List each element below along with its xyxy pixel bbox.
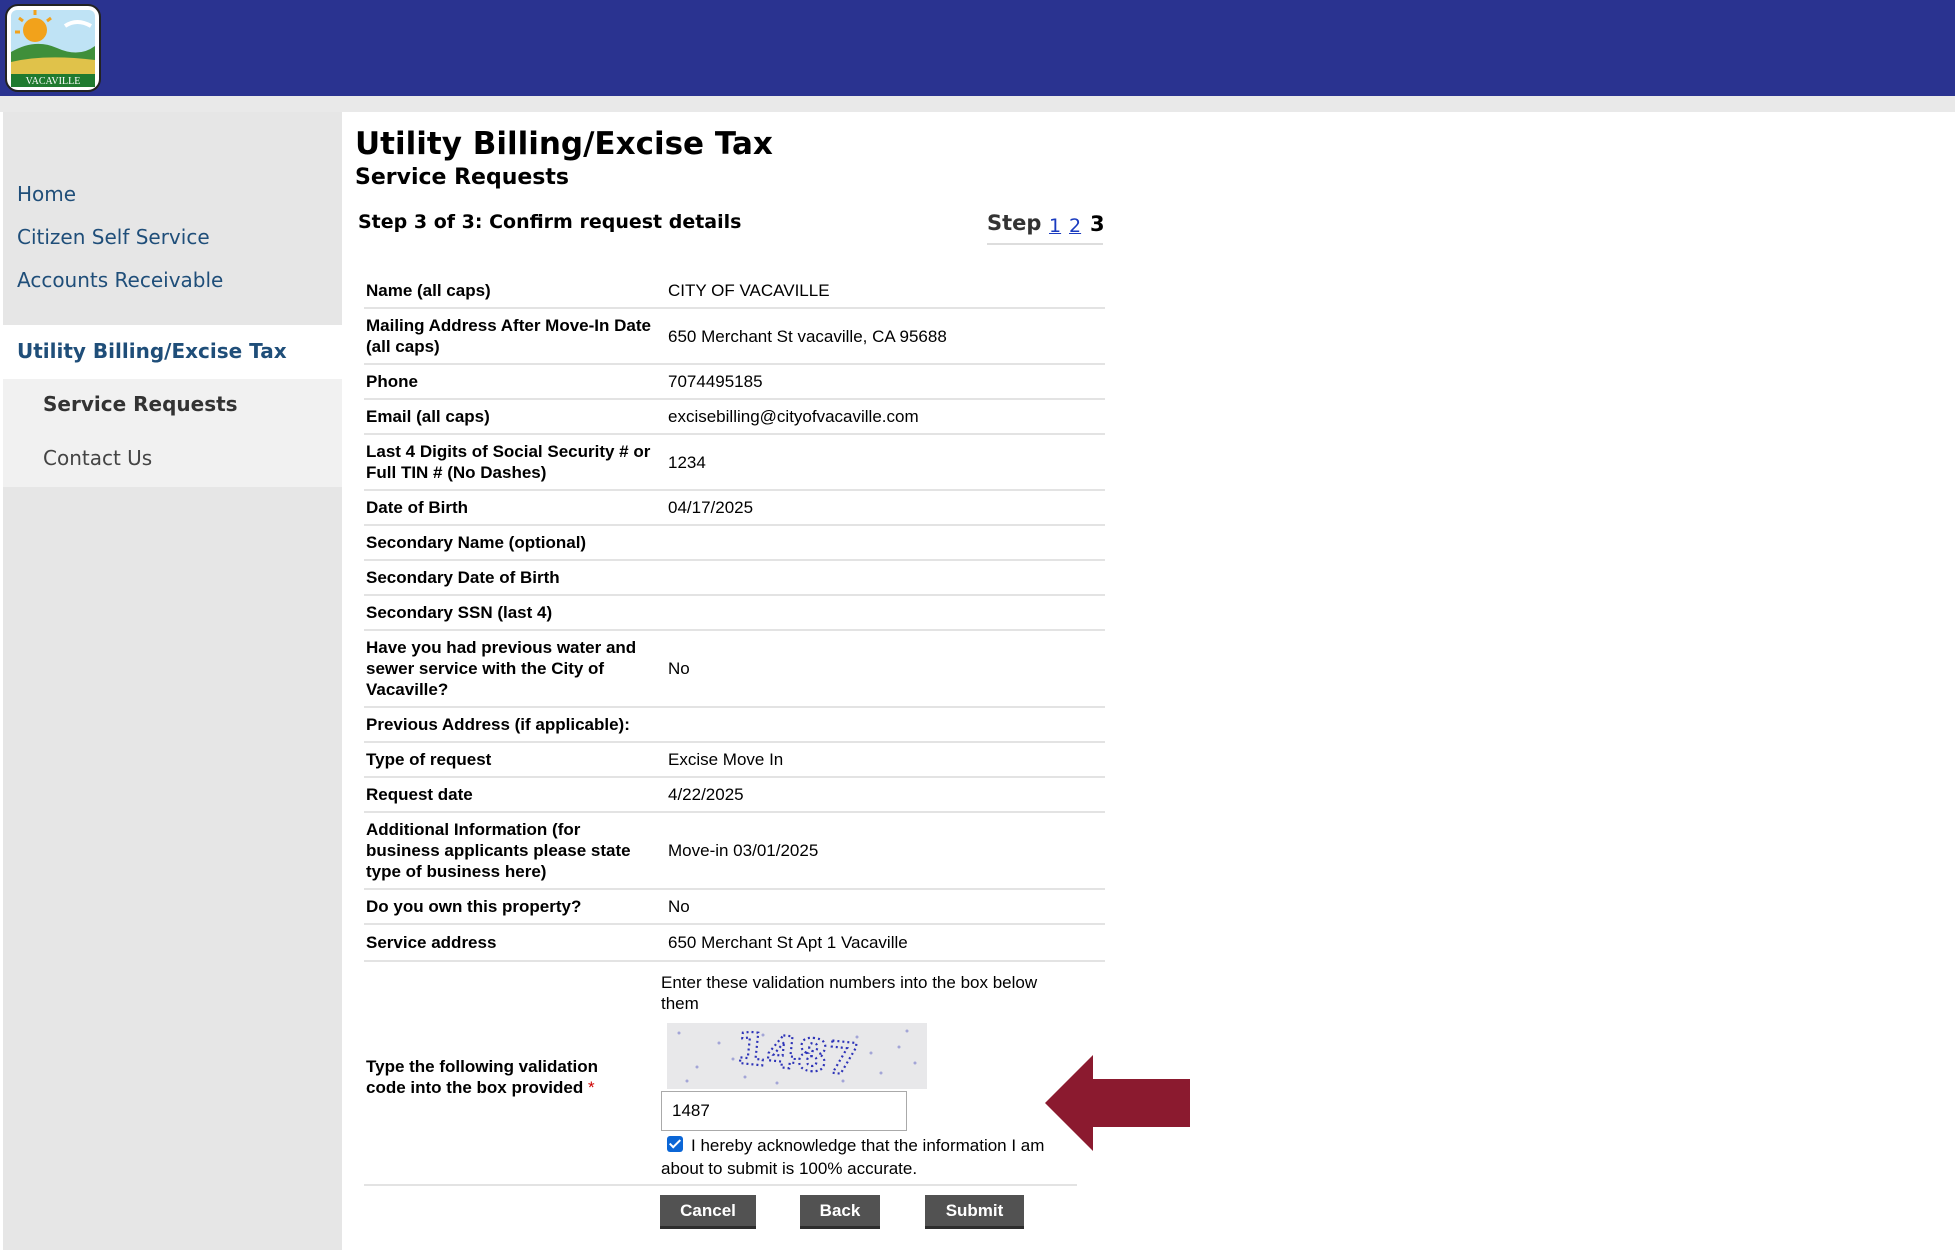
page-subtitle: Service Requests [355, 165, 570, 190]
table-row: Secondary Name (optional) [364, 525, 1105, 561]
field-label: Do you own this property? [364, 889, 662, 925]
field-value [662, 525, 1105, 561]
step-current: 3 [1090, 212, 1105, 236]
banner-shadow [0, 96, 1955, 112]
field-value: 7074495185 [662, 364, 1105, 400]
sidebar-subitem-contact-us[interactable]: Contact Us [3, 433, 342, 487]
field-value: No [662, 889, 1105, 925]
captcha-image: 1487 [667, 1023, 927, 1089]
field-value: excisebilling@cityofvacaville.com [662, 399, 1105, 435]
field-label: Additional Information (for business app… [364, 812, 662, 890]
page-title: Utility Billing/Excise Tax [355, 126, 773, 162]
back-button[interactable]: Back [800, 1195, 880, 1229]
request-details-table: Name (all caps) CITY OF VACAVILLE Mailing… [364, 273, 1105, 962]
field-label: Mailing Address After Move-In Date (all … [364, 308, 662, 365]
table-row: Secondary Date of Birth [364, 560, 1105, 596]
field-label: Email (all caps) [364, 399, 662, 435]
table-row: Email (all caps) excisebilling@cityofvaca… [364, 399, 1105, 435]
step-link-2[interactable]: 2 [1069, 215, 1081, 237]
top-banner [0, 0, 1955, 96]
table-row: Mailing Address After Move-In Date (all … [364, 308, 1105, 365]
field-label: Have you had previous water and sewer se… [364, 630, 662, 708]
step-link-1[interactable]: 1 [1049, 215, 1061, 237]
step-title: Step 3 of 3: Confirm request details [358, 211, 742, 233]
field-value: 04/17/2025 [662, 490, 1105, 526]
table-row: Previous Address (if applicable): [364, 707, 1105, 743]
vacaville-logo[interactable]: VACAVILLE [5, 4, 101, 92]
captcha-input[interactable] [661, 1091, 907, 1131]
field-value [662, 707, 1105, 743]
field-value: Excise Move In [662, 742, 1105, 778]
field-label: Phone [364, 364, 662, 400]
captcha-instructions: Enter these validation numbers into the … [661, 973, 1038, 1013]
field-label: Previous Address (if applicable): [364, 707, 662, 743]
sidebar-item-utility-billing[interactable]: Utility Billing/Excise Tax [3, 325, 342, 379]
field-label: Type of request [364, 742, 662, 778]
svg-text:VACAVILLE: VACAVILLE [26, 76, 81, 87]
field-label: Secondary Date of Birth [364, 560, 662, 596]
field-value [662, 595, 1105, 631]
captcha-label: Type the following validation code into … [366, 1056, 626, 1098]
table-row: Last 4 Digits of Social Security # or Fu… [364, 434, 1105, 491]
captcha-section: Type the following validation code into … [364, 968, 1077, 1186]
table-row: Type of request Excise Move In [364, 742, 1105, 778]
cancel-button[interactable]: Cancel [660, 1195, 756, 1229]
captcha-label-text: Type the following validation code into … [366, 1057, 599, 1097]
table-row: Secondary SSN (last 4) [364, 595, 1105, 631]
field-label: Service address [364, 924, 662, 962]
sidebar-subitem-service-requests[interactable]: Service Requests [3, 379, 342, 433]
table-row: Request date 4/22/2025 [364, 777, 1105, 813]
step-label: Step [987, 211, 1042, 235]
field-label: Secondary Name (optional) [364, 525, 662, 561]
step-navigator: Step 1 2 3 [987, 209, 1105, 245]
field-value: CITY OF VACAVILLE [662, 273, 1105, 309]
table-row: Do you own this property? No [364, 889, 1105, 925]
required-marker: * [587, 1078, 595, 1097]
table-row: Have you had previous water and sewer se… [364, 630, 1105, 708]
field-value: 4/22/2025 [662, 777, 1105, 813]
field-label: Secondary SSN (last 4) [364, 595, 662, 631]
field-label: Date of Birth [364, 490, 662, 526]
submit-button[interactable]: Submit [925, 1195, 1024, 1229]
field-value [662, 560, 1105, 596]
acknowledge-checkbox[interactable] [667, 1136, 683, 1152]
field-value: 650 Merchant St vacaville, CA 95688 [662, 308, 1105, 365]
table-row: Phone 7074495185 [364, 364, 1105, 400]
field-label: Name (all caps) [364, 273, 662, 309]
field-value: Move-in 03/01/2025 [662, 812, 1105, 890]
acknowledge-text: I hereby acknowledge that the informatio… [661, 1136, 1045, 1178]
field-label: Last 4 Digits of Social Security # or Fu… [364, 434, 662, 491]
table-row: Date of Birth 04/17/2025 [364, 490, 1105, 526]
field-value: 1234 [662, 434, 1105, 491]
table-row: Name (all caps) CITY OF VACAVILLE [364, 273, 1105, 309]
table-row: Service address 650 Merchant St Apt 1 Vac… [364, 924, 1105, 962]
field-label: Request date [364, 777, 662, 813]
field-value: 650 Merchant St Apt 1 Vacaville [662, 924, 1105, 962]
table-row: Additional Information (for business app… [364, 812, 1105, 890]
left-arrow-icon [1045, 1055, 1190, 1151]
field-value: No [662, 630, 1105, 708]
sidebar: Home Citizen Self Service Accounts Recei… [3, 112, 342, 1250]
